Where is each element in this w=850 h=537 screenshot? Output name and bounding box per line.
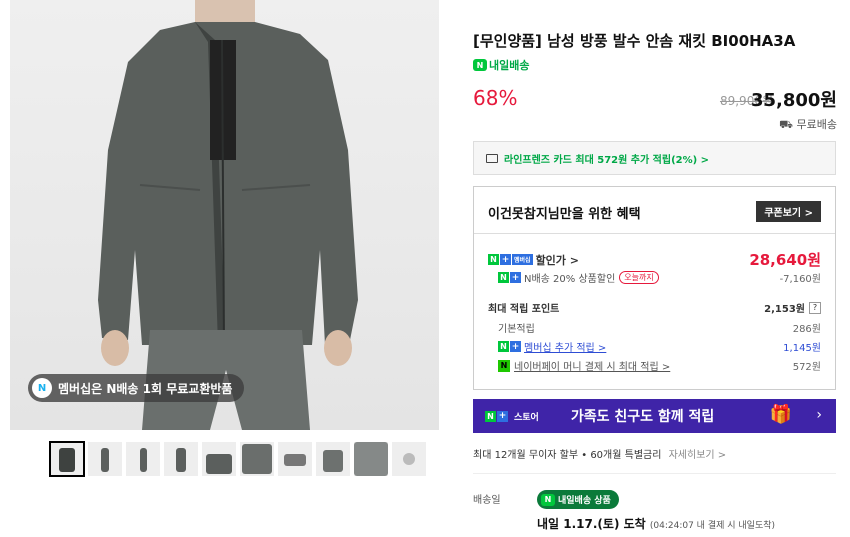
store-promo-banner[interactable]: N + 스토어 가족도 친구도 함께 적립 🎁 › xyxy=(473,399,836,433)
card-promo-text: 라인프렌즈 카드 최대 572원 추가 적립(2%) > xyxy=(504,154,710,166)
points-row: 최대 적립 포인트 2,153원 ? xyxy=(488,300,821,315)
truck-icon: ⛟ xyxy=(779,118,797,131)
arrival-date: 내일 1.17.(토) 도착 (04:24:07 내 결제 시 내일도착) xyxy=(537,515,775,532)
benefit-divider xyxy=(474,233,835,234)
product-title: [무인양품] 남성 방풍 발수 안솜 재킷 BI00HA3A xyxy=(473,32,796,50)
thumbnail-10[interactable] xyxy=(392,442,426,476)
n-plus-membership-icon: N + 멤버십 xyxy=(488,254,533,265)
membership-points-value: 1,145원 xyxy=(783,343,821,354)
product-gallery: N 멤버십은 N배송 1회 무료교환반품 xyxy=(10,0,439,537)
membership-badge-text: 멤버십은 N배송 1회 무료교환반품 xyxy=(58,381,233,396)
thumbnail-strip xyxy=(49,441,426,477)
pill-text: 내일배송 상품 xyxy=(558,496,611,506)
n-discount-row: N + N배송 20% 상품할인 오늘까지 -7,160원 xyxy=(488,270,821,285)
benefit-box: 이건못참지님만을 위한 혜택 쿠폰보기 > N + 멤버십 할인가 > 28,640… xyxy=(473,186,836,390)
store-logo: N + 스토어 xyxy=(485,410,539,423)
store-label: 스토어 xyxy=(514,412,539,423)
npay-points-row[interactable]: N 네이버페이 머니 결제 시 최대 적립 > 572원 xyxy=(488,358,821,373)
n-plus-store-icon: N + xyxy=(485,410,508,422)
member-price-value: 28,640원 xyxy=(749,251,821,269)
n-discount-value: -7,160원 xyxy=(779,274,821,285)
basic-points-value: 286원 xyxy=(792,324,821,335)
n-delivery-icon: N xyxy=(473,59,487,71)
banner-text: 가족도 친구도 함께 적립 xyxy=(570,409,715,425)
npay-points-link[interactable]: 네이버페이 머니 결제 시 최대 적립 > xyxy=(514,358,670,373)
thumbnail-7[interactable] xyxy=(278,442,312,476)
product-info: [무인양품] 남성 방풍 발수 안솜 재킷 BI00HA3A N 내일배송 68… xyxy=(473,0,837,537)
tomorrow-delivery-text: 내일배송 xyxy=(489,59,530,72)
today-only-tag: 오늘까지 xyxy=(619,271,659,284)
npay-points-value: 572원 xyxy=(792,362,821,373)
shipping-info: ⛟ 무료배송 xyxy=(779,116,837,133)
card-promo-banner[interactable]: 라인프렌즈 카드 최대 572원 추가 적립(2%) > xyxy=(473,141,836,175)
points-value: 2,153원 xyxy=(764,304,805,315)
thumbnail-4[interactable] xyxy=(164,442,198,476)
shipping-text: 무료배송 xyxy=(796,118,837,131)
member-price-row[interactable]: N + 멤버십 할인가 > 28,640원 xyxy=(488,249,821,270)
delivery-label: 배송일 xyxy=(473,495,501,506)
help-icon[interactable]: ? xyxy=(809,301,821,314)
tomorrow-delivery-tag: N 내일배송 xyxy=(473,57,529,73)
installment-text: 최대 12개월 무이자 할부 • 60개월 특별금리 xyxy=(473,450,662,461)
n-discount-label: N배송 20% 상품할인 xyxy=(524,274,616,285)
arrival-text: 내일 1.17.(토) 도착 xyxy=(537,517,646,531)
product-main-image[interactable]: N 멤버십은 N배송 1회 무료교환반품 xyxy=(10,0,439,430)
arrival-note: (04:24:07 내 결제 시 내일도착) xyxy=(649,521,776,531)
points-label: 최대 적립 포인트 xyxy=(488,304,560,315)
tomorrow-delivery-pill: N 내일배송 상품 xyxy=(537,490,619,509)
membership-badge: N 멤버십은 N배송 1회 무료교환반품 xyxy=(28,374,245,402)
sale-price: 35,800원 xyxy=(750,90,837,111)
installment-info: 최대 12개월 무이자 할부 • 60개월 특별금리 자세히보기 > xyxy=(473,446,726,461)
gift-icon: 🎁 xyxy=(769,404,792,425)
card-icon xyxy=(486,153,498,163)
n-plus-icon: N + xyxy=(498,272,521,283)
basic-points-row: 기본적립 286원 xyxy=(488,320,821,335)
thumbnail-3[interactable] xyxy=(126,442,160,476)
benefit-title: 이건못참지님만을 위한 혜택 xyxy=(488,207,641,222)
member-price-label: 할인가 > xyxy=(535,253,579,267)
coupon-button[interactable]: 쿠폰보기 > xyxy=(756,201,821,222)
section-divider xyxy=(473,473,836,474)
membership-points-row[interactable]: N + 멤버십 추가 적립 > 1,145원 xyxy=(488,339,821,354)
installment-more-link[interactable]: 자세히보기 > xyxy=(669,450,727,461)
thumbnail-6[interactable] xyxy=(240,442,274,476)
npay-icon: N xyxy=(498,359,510,372)
thumbnail-9[interactable] xyxy=(354,442,388,476)
basic-points-label: 기본적립 xyxy=(498,324,535,335)
thumbnail-1[interactable] xyxy=(49,441,85,477)
membership-n-icon: N xyxy=(32,378,52,398)
thumbnail-2[interactable] xyxy=(88,442,122,476)
n-plus-icon-2: N + xyxy=(498,341,521,352)
discount-rate: 68% xyxy=(473,86,518,110)
membership-points-link[interactable]: 멤버십 추가 적립 > xyxy=(524,339,606,354)
thumbnail-5[interactable] xyxy=(202,442,236,476)
n-delivery-pill-icon: N xyxy=(541,493,555,506)
banner-arrow-icon: › xyxy=(816,407,822,423)
thumbnail-8[interactable] xyxy=(316,442,350,476)
